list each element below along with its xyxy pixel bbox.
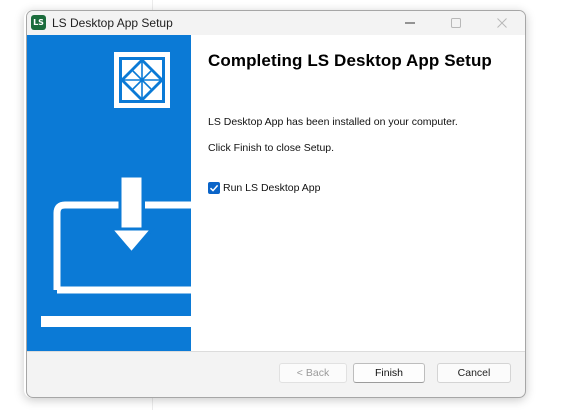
finish-button[interactable]: Finish	[353, 363, 425, 383]
window-title: LS Desktop App Setup	[52, 16, 173, 30]
run-app-label[interactable]: Run LS Desktop App	[223, 182, 320, 194]
cancel-button[interactable]: Cancel	[437, 363, 511, 383]
installed-message: LS Desktop App has been installed on you…	[208, 116, 458, 128]
wizard-sidebar-banner	[27, 35, 191, 351]
maximize-button[interactable]	[433, 11, 479, 35]
close-icon	[497, 18, 507, 28]
ls-logo-icon	[114, 52, 170, 108]
finish-instruction: Click Finish to close Setup.	[208, 142, 335, 154]
setup-window: LS LS Desktop App Setup Completing LS De…	[26, 10, 526, 398]
wizard-content: Completing LS Desktop App Setup LS Deskt…	[27, 35, 525, 351]
close-button[interactable]	[479, 11, 525, 35]
checkmark-icon	[209, 184, 219, 192]
minimize-button[interactable]	[387, 11, 433, 35]
maximize-icon	[451, 18, 461, 28]
app-icon: LS	[31, 15, 46, 30]
title-bar[interactable]: LS LS Desktop App Setup	[27, 11, 525, 35]
laptop-download-icon	[41, 174, 191, 327]
page-heading: Completing LS Desktop App Setup	[208, 51, 492, 70]
footer-divider	[27, 351, 525, 352]
back-button[interactable]: < Back	[279, 363, 347, 383]
minimize-icon	[405, 22, 415, 24]
run-app-checkbox[interactable]	[208, 182, 220, 194]
